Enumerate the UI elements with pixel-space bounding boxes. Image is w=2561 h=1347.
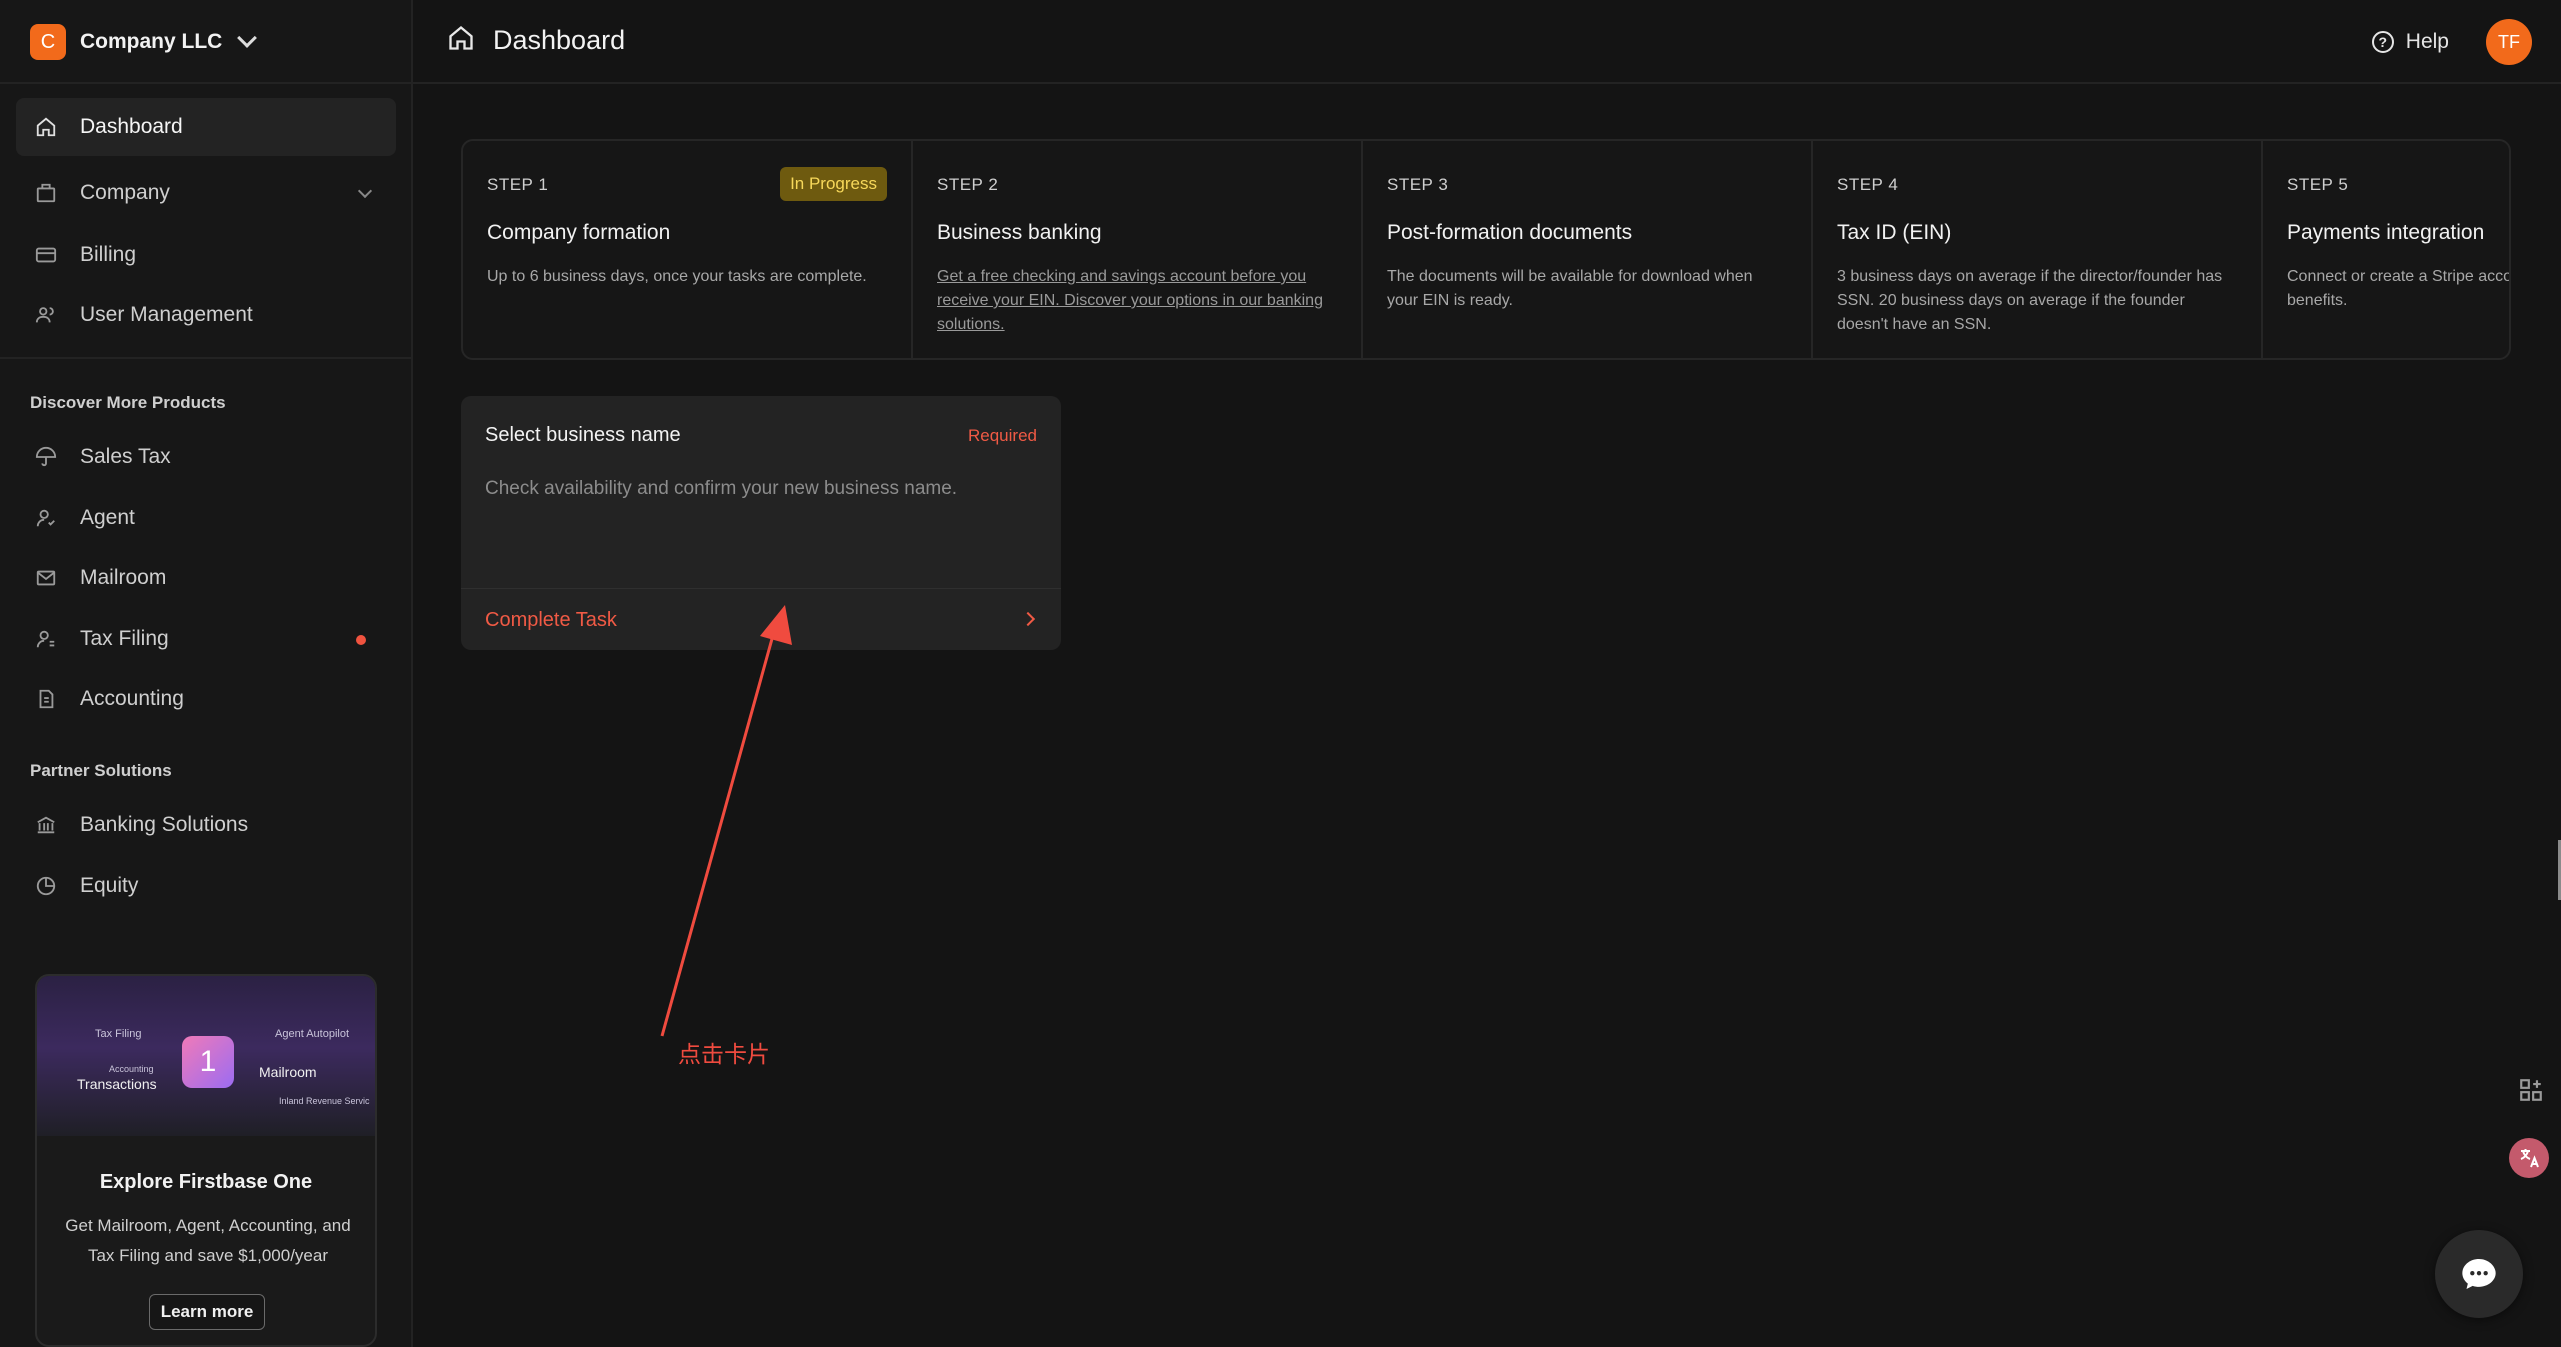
sidebar-item-tax-filing[interactable]: Tax Filing xyxy=(16,610,396,668)
sidebar-item-agent[interactable]: Agent xyxy=(16,489,396,547)
divider xyxy=(0,82,413,84)
sidebar-item-label: Accounting xyxy=(80,687,184,710)
sidebar-item-user-management[interactable]: User Management xyxy=(16,286,396,344)
home-icon xyxy=(34,115,58,139)
promo-illustration: Tax Filing Accounting Transactions Agent… xyxy=(37,976,375,1136)
promo-card[interactable]: Tax Filing Accounting Transactions Agent… xyxy=(35,974,377,1347)
sidebar-item-sales-tax[interactable]: Sales Tax xyxy=(16,428,396,486)
sidebar-item-banking-solutions[interactable]: Banking Solutions xyxy=(16,796,396,854)
translate-icon[interactable] xyxy=(2509,1138,2549,1178)
step-card[interactable]: STEP 2 Business banking Get a free check… xyxy=(913,141,1363,358)
promo-description: Get Mailroom, Agent, Accounting, and Tax… xyxy=(65,1216,351,1265)
complete-task-button[interactable]: Complete Task xyxy=(485,609,617,632)
promo-tag: Accounting xyxy=(109,1064,154,1074)
sidebar-item-company[interactable]: Company xyxy=(16,164,396,222)
task-description: Check availability and confirm your new … xyxy=(485,478,958,499)
sidebar-item-label: Sales Tax xyxy=(80,445,171,468)
step-card[interactable]: STEP 3 Post-formation documents The docu… xyxy=(1363,141,1813,358)
step-title: Payments integration xyxy=(2287,221,2485,244)
avatar[interactable]: TF xyxy=(2486,19,2532,65)
status-badge: In Progress xyxy=(780,167,887,201)
sidebar: C Company LLC Dashboard Company Billing … xyxy=(0,0,413,1347)
promo-tag: Tax Filing xyxy=(95,1028,142,1040)
task-card[interactable]: Select business name Required Check avai… xyxy=(461,396,1061,650)
step-title: Tax ID (EIN) xyxy=(1837,221,1952,244)
step-description: 3 business days on average if the direct… xyxy=(1837,268,2223,333)
user-check-icon xyxy=(34,506,58,530)
step-label: STEP 3 xyxy=(1387,175,1449,194)
user-document-icon xyxy=(34,627,58,651)
promo-title: Explore Firstbase One xyxy=(99,1171,313,1193)
sidebar-item-mailroom[interactable]: Mailroom xyxy=(16,549,396,607)
ledger-icon xyxy=(34,687,58,711)
step-title: Company formation xyxy=(487,221,671,244)
banking-solutions-link[interactable]: Get a free checking and savings account … xyxy=(937,265,1337,337)
help-button[interactable]: ? Help xyxy=(2371,30,2449,54)
sidebar-item-equity[interactable]: Equity xyxy=(16,857,396,915)
sidebar-item-label: Company xyxy=(80,181,170,204)
promo-tag: Agent Autopilot xyxy=(275,1028,350,1040)
chevron-right-icon xyxy=(1020,611,1036,627)
sidebar-item-label: Dashboard xyxy=(80,115,183,138)
chevron-down-icon xyxy=(357,183,373,199)
formation-steps: STEP 1 In Progress Company formation Up … xyxy=(461,139,2511,360)
step-description: Up to 6 business days, once your tasks a… xyxy=(487,268,867,285)
learn-more-button[interactable]: Learn more xyxy=(149,1294,265,1330)
sidebar-item-accounting[interactable]: Accounting xyxy=(16,670,396,728)
step-card[interactable]: STEP 5 Payments integration Connect or c… xyxy=(2263,141,2509,358)
step-description: The documents will be available for down… xyxy=(1387,268,1753,309)
step-card[interactable]: STEP 1 In Progress Company formation Up … xyxy=(463,141,913,358)
chat-button[interactable] xyxy=(2435,1230,2523,1318)
step-card[interactable]: STEP 4 Tax ID (EIN) 3 business days on a… xyxy=(1813,141,2263,358)
annotation-label: 点击卡片 xyxy=(678,1042,770,1068)
company-switcher[interactable]: C Company LLC xyxy=(30,22,258,62)
page-title-group: Dashboard xyxy=(447,24,625,57)
company-logo: C xyxy=(30,24,66,60)
help-label: Help xyxy=(2405,30,2449,53)
sidebar-item-label: Mailroom xyxy=(80,566,167,589)
required-badge: Required xyxy=(968,426,1037,445)
promo-tag: Transactions xyxy=(77,1076,157,1092)
sidebar-item-label: Equity xyxy=(80,874,139,897)
divider xyxy=(0,357,413,359)
step-description: Connect or create a Stripe account to ge… xyxy=(2287,268,2509,309)
promo-tag: Mailroom xyxy=(259,1064,317,1080)
pie-chart-icon xyxy=(34,874,58,898)
apps-plus-icon[interactable] xyxy=(2515,1074,2547,1106)
sidebar-item-label: User Management xyxy=(80,303,253,326)
sidebar-item-label: Tax Filing xyxy=(80,627,169,650)
section-title-discover: Discover More Products xyxy=(30,393,226,412)
notification-dot xyxy=(356,635,366,645)
step-label: STEP 5 xyxy=(2287,175,2349,194)
divider xyxy=(461,588,1061,589)
firstbase-logo-icon: 1 xyxy=(182,1036,234,1088)
umbrella-icon xyxy=(34,445,58,469)
mail-icon xyxy=(34,566,58,590)
sidebar-item-label: Banking Solutions xyxy=(80,813,249,836)
building-icon xyxy=(34,181,58,205)
step-title: Post-formation documents xyxy=(1387,221,1633,244)
sidebar-item-label: Billing xyxy=(80,243,137,266)
users-icon xyxy=(34,303,58,327)
credit-card-icon xyxy=(34,243,58,267)
page-title: Dashboard xyxy=(493,25,626,55)
chat-icon xyxy=(2462,1259,2496,1289)
promo-tag: Inland Revenue Servic xyxy=(279,1096,370,1106)
help-icon: ? xyxy=(2371,31,2394,53)
step-label: STEP 2 xyxy=(937,175,999,194)
sidebar-item-label: Agent xyxy=(80,506,135,529)
step-label: STEP 4 xyxy=(1837,175,1899,194)
section-title-partner: Partner Solutions xyxy=(30,761,172,780)
home-icon xyxy=(447,24,475,57)
sidebar-item-billing[interactable]: Billing xyxy=(16,226,396,284)
header: Dashboard ? Help TF xyxy=(413,0,2561,84)
bank-icon xyxy=(34,813,58,837)
company-name: Company LLC xyxy=(80,30,223,53)
sidebar-item-dashboard[interactable]: Dashboard xyxy=(16,98,396,156)
step-label: STEP 1 xyxy=(487,175,549,194)
step-title: Business banking xyxy=(937,221,1102,244)
task-title: Select business name xyxy=(485,424,681,446)
chevron-down-icon xyxy=(237,28,258,48)
